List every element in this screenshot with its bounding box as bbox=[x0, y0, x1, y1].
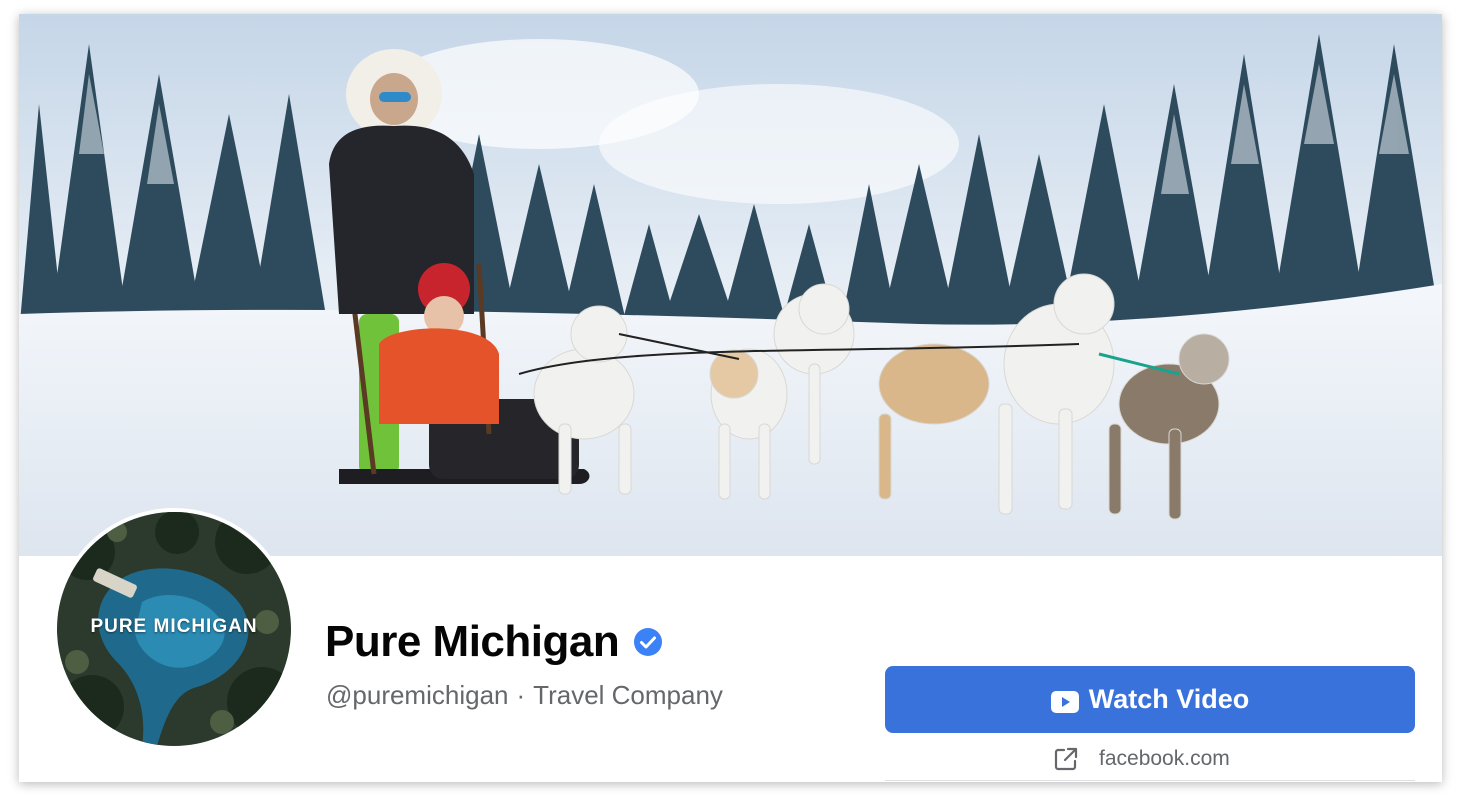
profile-picture[interactable]: PURE MICHIGAN bbox=[53, 508, 295, 750]
ad-card: PURE MICHIGAN Pure Michigan @puremichiga… bbox=[19, 14, 1442, 782]
page-subtitle: @puremichigan · Travel Company bbox=[326, 680, 723, 711]
page-handle: @puremichigan bbox=[326, 680, 509, 710]
separator: · bbox=[516, 680, 526, 710]
logo-text: PURE MICHIGAN bbox=[90, 616, 258, 637]
watch-video-button[interactable]: Watch Video bbox=[885, 666, 1415, 733]
page-title[interactable]: Pure Michigan bbox=[325, 617, 620, 667]
cover-photo[interactable] bbox=[19, 14, 1442, 556]
youtube-play-icon bbox=[1050, 689, 1079, 713]
external-link-icon bbox=[1053, 746, 1079, 772]
avatar: PURE MICHIGAN bbox=[57, 512, 291, 746]
external-link[interactable]: facebook.com bbox=[1053, 744, 1230, 774]
page-name-row: Pure Michigan bbox=[325, 616, 663, 668]
divider bbox=[885, 780, 1415, 781]
watch-video-label: Watch Video bbox=[1088, 684, 1250, 714]
link-domain: facebook.com bbox=[1099, 747, 1230, 770]
page-category: Travel Company bbox=[533, 680, 723, 710]
verified-badge-icon bbox=[633, 627, 663, 657]
